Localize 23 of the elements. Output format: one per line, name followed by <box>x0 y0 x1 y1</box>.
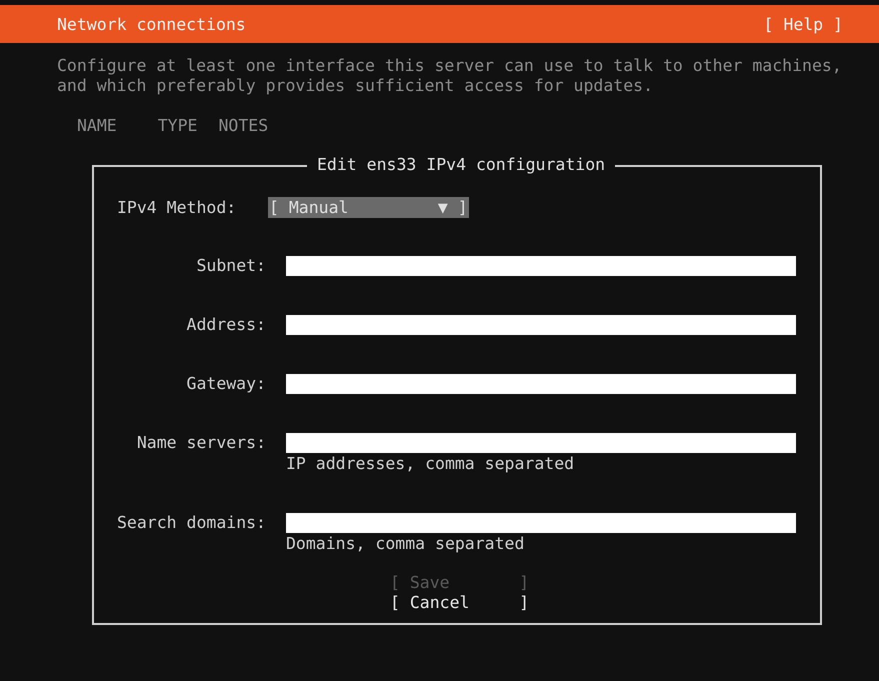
help-button[interactable]: [ Help ] <box>764 14 843 34</box>
column-header: TYPE <box>158 116 198 136</box>
field-label: Subnet: <box>195 256 266 276</box>
field-label: Search domains: <box>116 513 266 534</box>
column-header: NAME <box>77 116 117 136</box>
input-field[interactable] <box>286 513 796 533</box>
input-field[interactable] <box>286 433 796 453</box>
input-field[interactable] <box>286 256 796 276</box>
field-label: IPv4 Method: <box>117 198 238 216</box>
field-label: Address: <box>186 315 266 335</box>
dialog-button[interactable]: [ Cancel ] <box>390 593 530 613</box>
input-field[interactable] <box>286 315 796 335</box>
field-hint: IP addresses, comma separated <box>286 454 576 474</box>
field-label: Gateway: <box>186 374 266 394</box>
screen-title: Network connections <box>57 14 246 34</box>
field-hint: Domains, comma separated <box>286 534 526 554</box>
description-line: and which preferably provides sufficient access for updates. <box>57 76 654 96</box>
method-dropdown[interactable]: [ Manual ▼ ] <box>268 196 469 218</box>
dialog-title: Edit ens33 IPv4 configuration <box>307 155 616 175</box>
input-field[interactable] <box>286 374 796 394</box>
description-line: Configure at least one interface this server can use to talk to other machines, <box>57 56 843 76</box>
field-label: Name servers: <box>136 433 266 454</box>
column-header: NOTES <box>218 116 268 136</box>
